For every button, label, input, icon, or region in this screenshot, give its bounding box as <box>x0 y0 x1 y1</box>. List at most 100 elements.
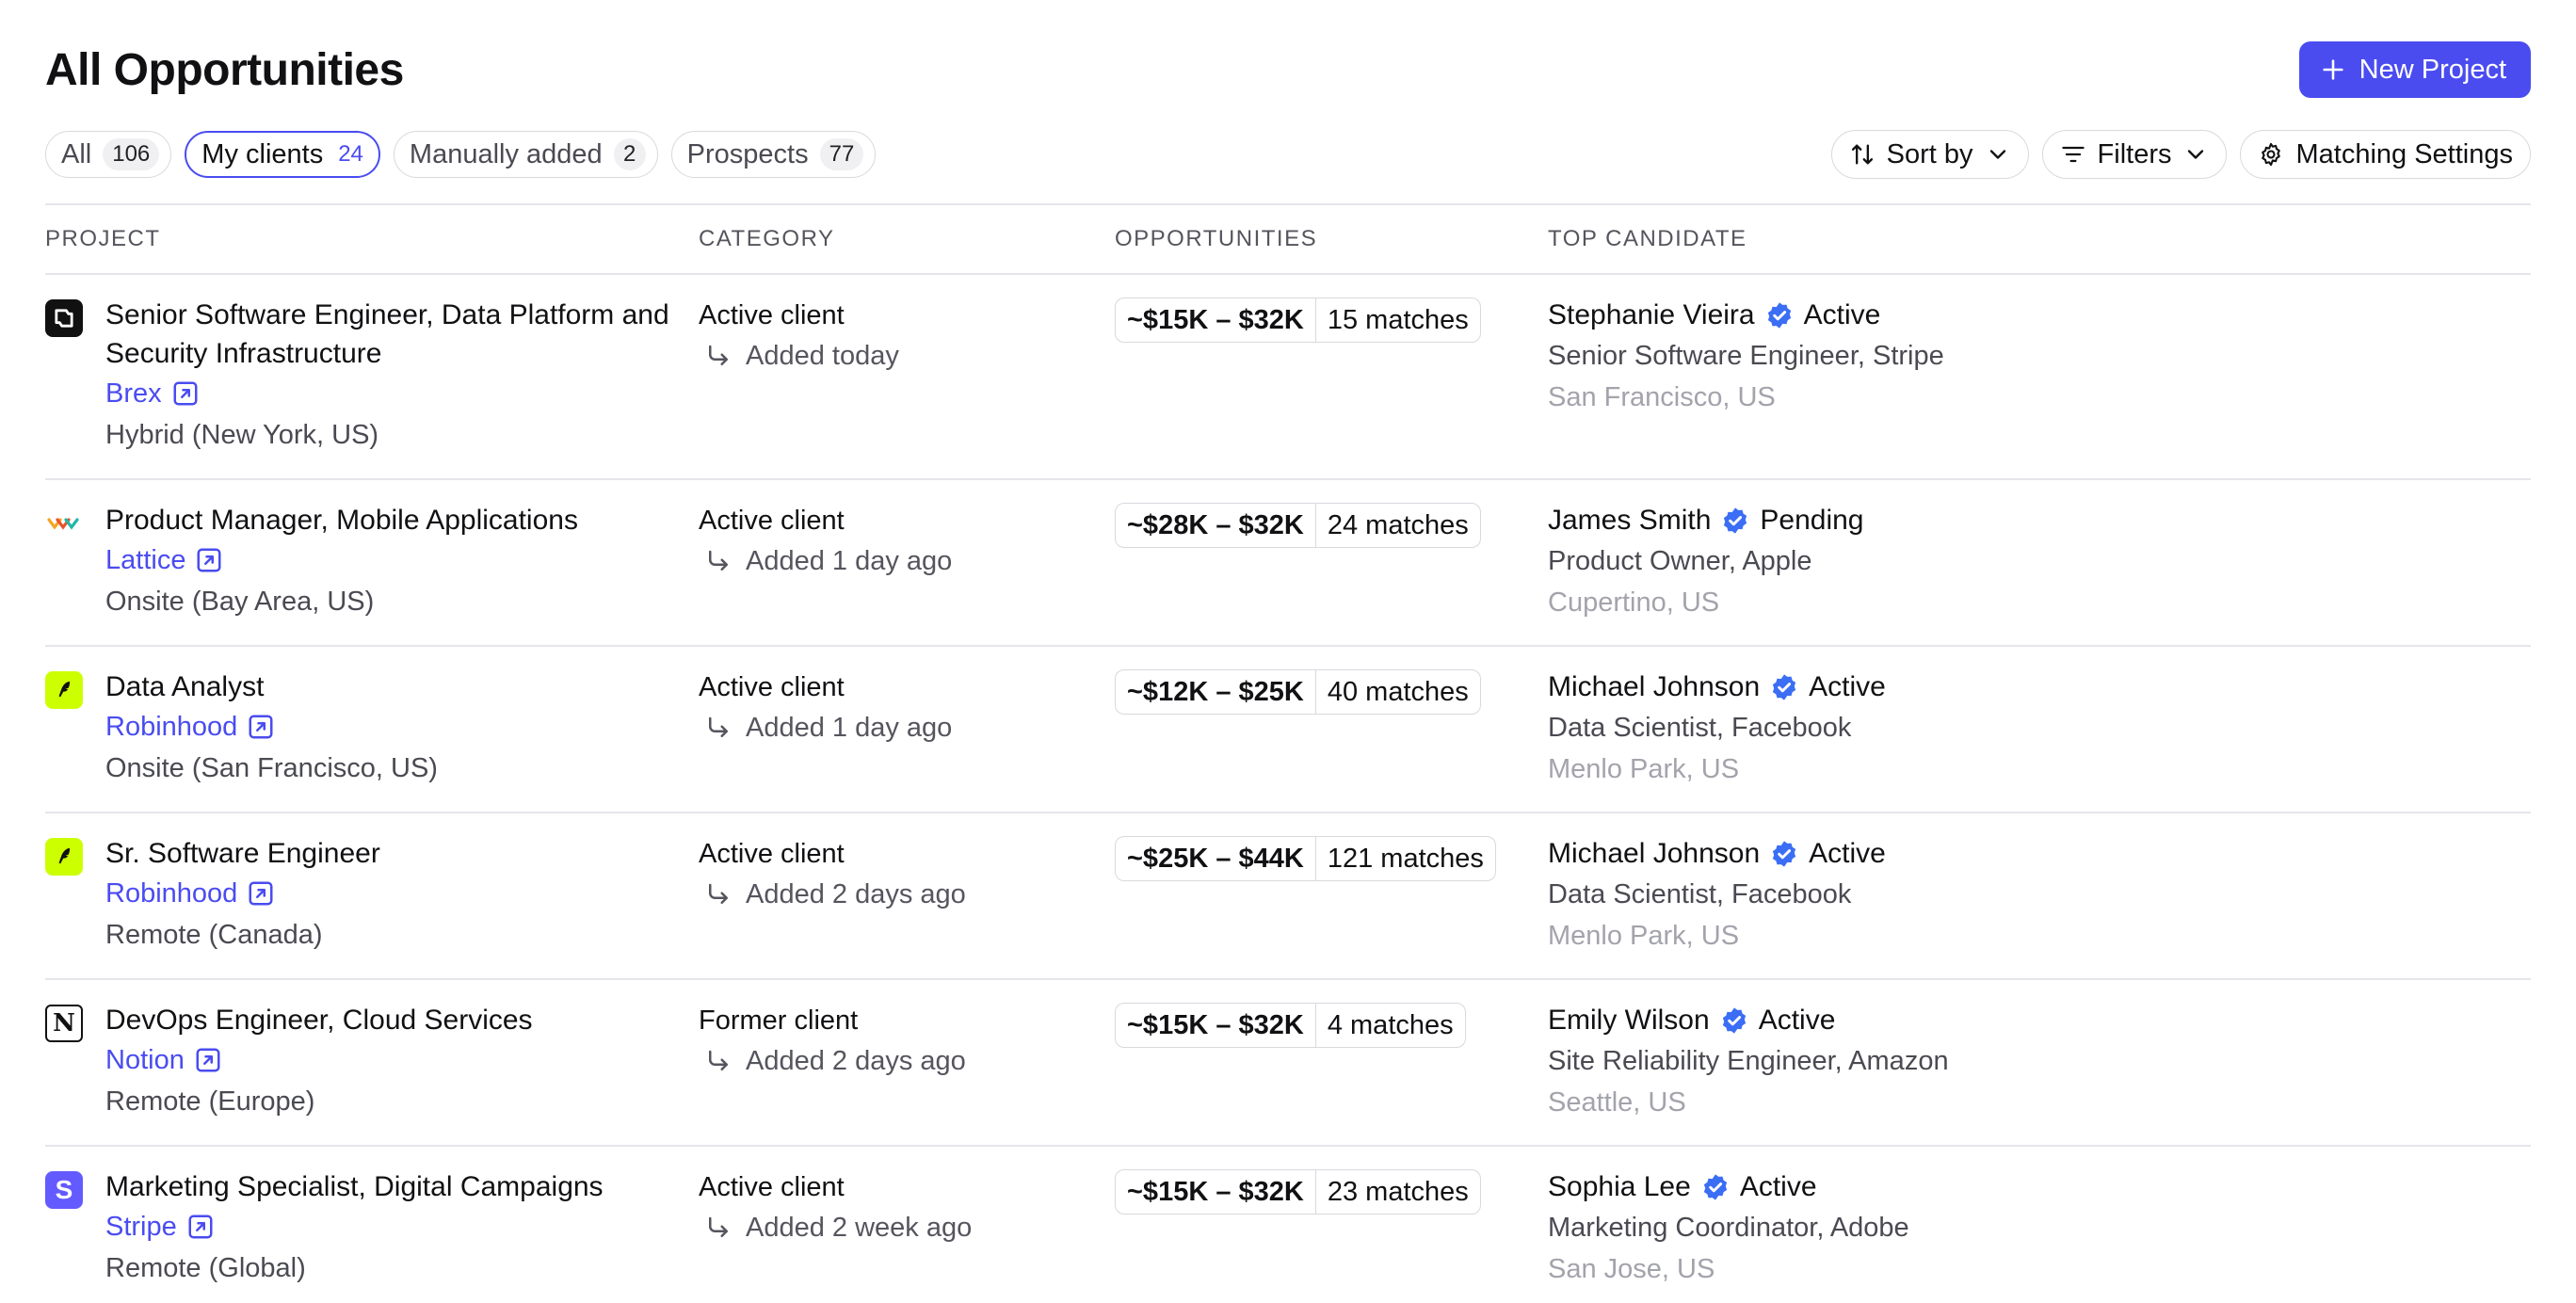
company-link[interactable]: Stripe <box>105 1206 708 1247</box>
project-title[interactable]: Sr. Software Engineer <box>105 834 708 873</box>
column-header-project[interactable]: PROJECT <box>45 226 695 252</box>
company-link[interactable]: Notion <box>105 1039 708 1081</box>
verified-badge-icon <box>1767 302 1791 329</box>
project-location: Onsite (Bay Area, US) <box>105 587 375 617</box>
match-count: 121 matches <box>1327 843 1484 874</box>
candidate-status: Pending <box>1760 505 1864 536</box>
sort-by-button[interactable]: Sort by <box>1830 130 2029 179</box>
category-status: Active client <box>699 1172 845 1202</box>
table-row[interactable]: Senior Software Engineer, Data Platform … <box>45 275 2531 480</box>
company-link[interactable]: Brex <box>105 373 708 414</box>
category-status: Former client <box>699 1005 859 1036</box>
project-title[interactable]: Marketing Specialist, Digital Campaigns <box>105 1167 708 1206</box>
project-title[interactable]: Senior Software Engineer, Data Platform … <box>105 296 708 373</box>
chevron-down-icon <box>2188 150 2204 159</box>
project-location: Remote (Europe) <box>105 1086 315 1117</box>
filter-tab-prospects[interactable]: Prospects 77 <box>670 131 877 178</box>
candidate-role: Senior Software Engineer, Stripe <box>1548 341 1944 371</box>
matching-settings-button[interactable]: Matching Settings <box>2240 130 2531 179</box>
brex-icon <box>45 299 83 337</box>
company-name: Brex <box>105 378 162 409</box>
added-date: Added 2 week ago <box>746 1213 973 1243</box>
project-location: Remote (Global) <box>105 1253 306 1283</box>
table-row[interactable]: Data Analyst Robinhood Onsite (San Franc… <box>45 647 2531 813</box>
external-link-icon <box>249 881 273 906</box>
filter-tab-count: 77 <box>819 138 864 170</box>
external-link-icon <box>249 715 273 739</box>
added-date: Added 1 day ago <box>746 546 953 576</box>
chevron-down-icon <box>1989 150 2005 159</box>
company-name: Robinhood <box>105 878 238 909</box>
filters-button[interactable]: Filters <box>2041 130 2228 179</box>
company-name: Notion <box>105 1045 185 1075</box>
company-link[interactable]: Robinhood <box>105 873 708 914</box>
added-date: Added 2 days ago <box>746 1046 966 1076</box>
added-date: Added 1 day ago <box>746 713 953 743</box>
top-candidate[interactable]: Michael Johnson Active Data Scientist, F… <box>1548 668 1886 790</box>
corner-down-right-icon <box>709 550 728 571</box>
filter-tab-label: Manually added <box>409 138 603 169</box>
top-candidate[interactable]: Emily Wilson Active Site Reliability Eng… <box>1548 1001 1949 1123</box>
external-link-icon <box>188 1215 213 1239</box>
sort-by-label: Sort by <box>1886 138 1973 169</box>
column-header-opportunities[interactable]: OPPORTUNITIES <box>1115 226 1548 252</box>
opportunity-badge[interactable]: ~$25K – $44K 121 matches <box>1115 836 1496 881</box>
category-status: Active client <box>699 506 845 536</box>
salary-range: ~$25K – $44K <box>1116 837 1316 880</box>
filter-tab-my-clients[interactable]: My clients 24 <box>185 131 380 178</box>
filter-tabs: All 106 My clients 24 Manually added 2 P… <box>45 131 877 178</box>
candidate-role: Data Scientist, Facebook <box>1548 879 1852 909</box>
salary-range: ~$12K – $25K <box>1116 670 1316 714</box>
project-title[interactable]: DevOps Engineer, Cloud Services <box>105 1001 708 1039</box>
table-row[interactable]: N DevOps Engineer, Cloud Services Notion… <box>45 980 2531 1147</box>
top-candidate[interactable]: James Smith Pending Product Owner, Apple… <box>1548 501 1864 623</box>
filter-lines-icon <box>2061 146 2085 163</box>
table-row[interactable]: S Marketing Specialist, Digital Campaign… <box>45 1147 2531 1303</box>
project-title[interactable]: Data Analyst <box>105 668 708 706</box>
new-project-button[interactable]: New Project <box>2298 41 2531 98</box>
table-row[interactable]: Sr. Software Engineer Robinhood Remote (… <box>45 813 2531 980</box>
top-candidate[interactable]: Stephanie Vieira Active Senior Software … <box>1548 296 1944 418</box>
column-header-category[interactable]: CATEGORY <box>699 226 1113 252</box>
filter-tab-all[interactable]: All 106 <box>45 131 172 178</box>
corner-down-right-icon <box>709 883 728 904</box>
opportunity-badge[interactable]: ~$15K – $32K 4 matches <box>1115 1003 1466 1048</box>
company-link[interactable]: Robinhood <box>105 706 708 748</box>
opportunities-table: PROJECT CATEGORY OPPORTUNITIES TOP CANDI… <box>45 203 2531 1303</box>
filter-tab-manually-added[interactable]: Manually added 2 <box>393 131 658 178</box>
top-candidate[interactable]: Michael Johnson Active Data Scientist, F… <box>1548 834 1886 957</box>
candidate-location: Cupertino, US <box>1548 587 1720 618</box>
salary-range: ~$15K – $32K <box>1116 298 1316 342</box>
stripe-icon: S <box>45 1171 83 1209</box>
corner-down-right-icon <box>709 716 728 737</box>
salary-range: ~$15K – $32K <box>1116 1004 1316 1047</box>
added-date: Added 2 days ago <box>746 879 966 909</box>
company-name: Stripe <box>105 1212 177 1242</box>
project-location: Hybrid (New York, US) <box>105 420 379 450</box>
matching-settings-label: Matching Settings <box>2295 138 2513 169</box>
match-count: 4 matches <box>1327 1009 1454 1040</box>
opportunity-badge[interactable]: ~$15K – $32K 23 matches <box>1115 1169 1481 1215</box>
project-title[interactable]: Product Manager, Mobile Applications <box>105 501 708 539</box>
category-added: Added 1 day ago <box>699 540 952 582</box>
candidate-location: San Francisco, US <box>1548 382 1776 412</box>
filters-label: Filters <box>2097 138 2172 169</box>
candidate-role: Marketing Coordinator, Adobe <box>1548 1213 1909 1243</box>
company-link[interactable]: Lattice <box>105 539 708 581</box>
salary-range: ~$15K – $32K <box>1116 1170 1316 1214</box>
match-count: 24 matches <box>1327 509 1469 540</box>
opportunity-badge[interactable]: ~$12K – $25K 40 matches <box>1115 669 1481 715</box>
opportunity-badge[interactable]: ~$15K – $32K 15 matches <box>1115 298 1481 343</box>
top-candidate[interactable]: Sophia Lee Active Marketing Coordinator,… <box>1548 1167 1909 1290</box>
column-header-top-candidate[interactable]: TOP CANDIDATE <box>1548 226 2489 252</box>
opportunities-page: All Opportunities New Project All 106 My… <box>0 0 2576 1303</box>
sort-icon <box>1851 144 1873 165</box>
category-added: Added today <box>699 335 899 377</box>
opportunity-badge[interactable]: ~$28K – $32K 24 matches <box>1115 503 1481 548</box>
page-header: All Opportunities New Project <box>45 41 2531 98</box>
candidate-name: Michael Johnson <box>1548 671 1761 702</box>
page-title: All Opportunities <box>45 44 404 95</box>
table-row[interactable]: Product Manager, Mobile Applications Lat… <box>45 480 2531 647</box>
candidate-role: Product Owner, Apple <box>1548 546 1812 576</box>
external-link-icon <box>196 1048 220 1072</box>
